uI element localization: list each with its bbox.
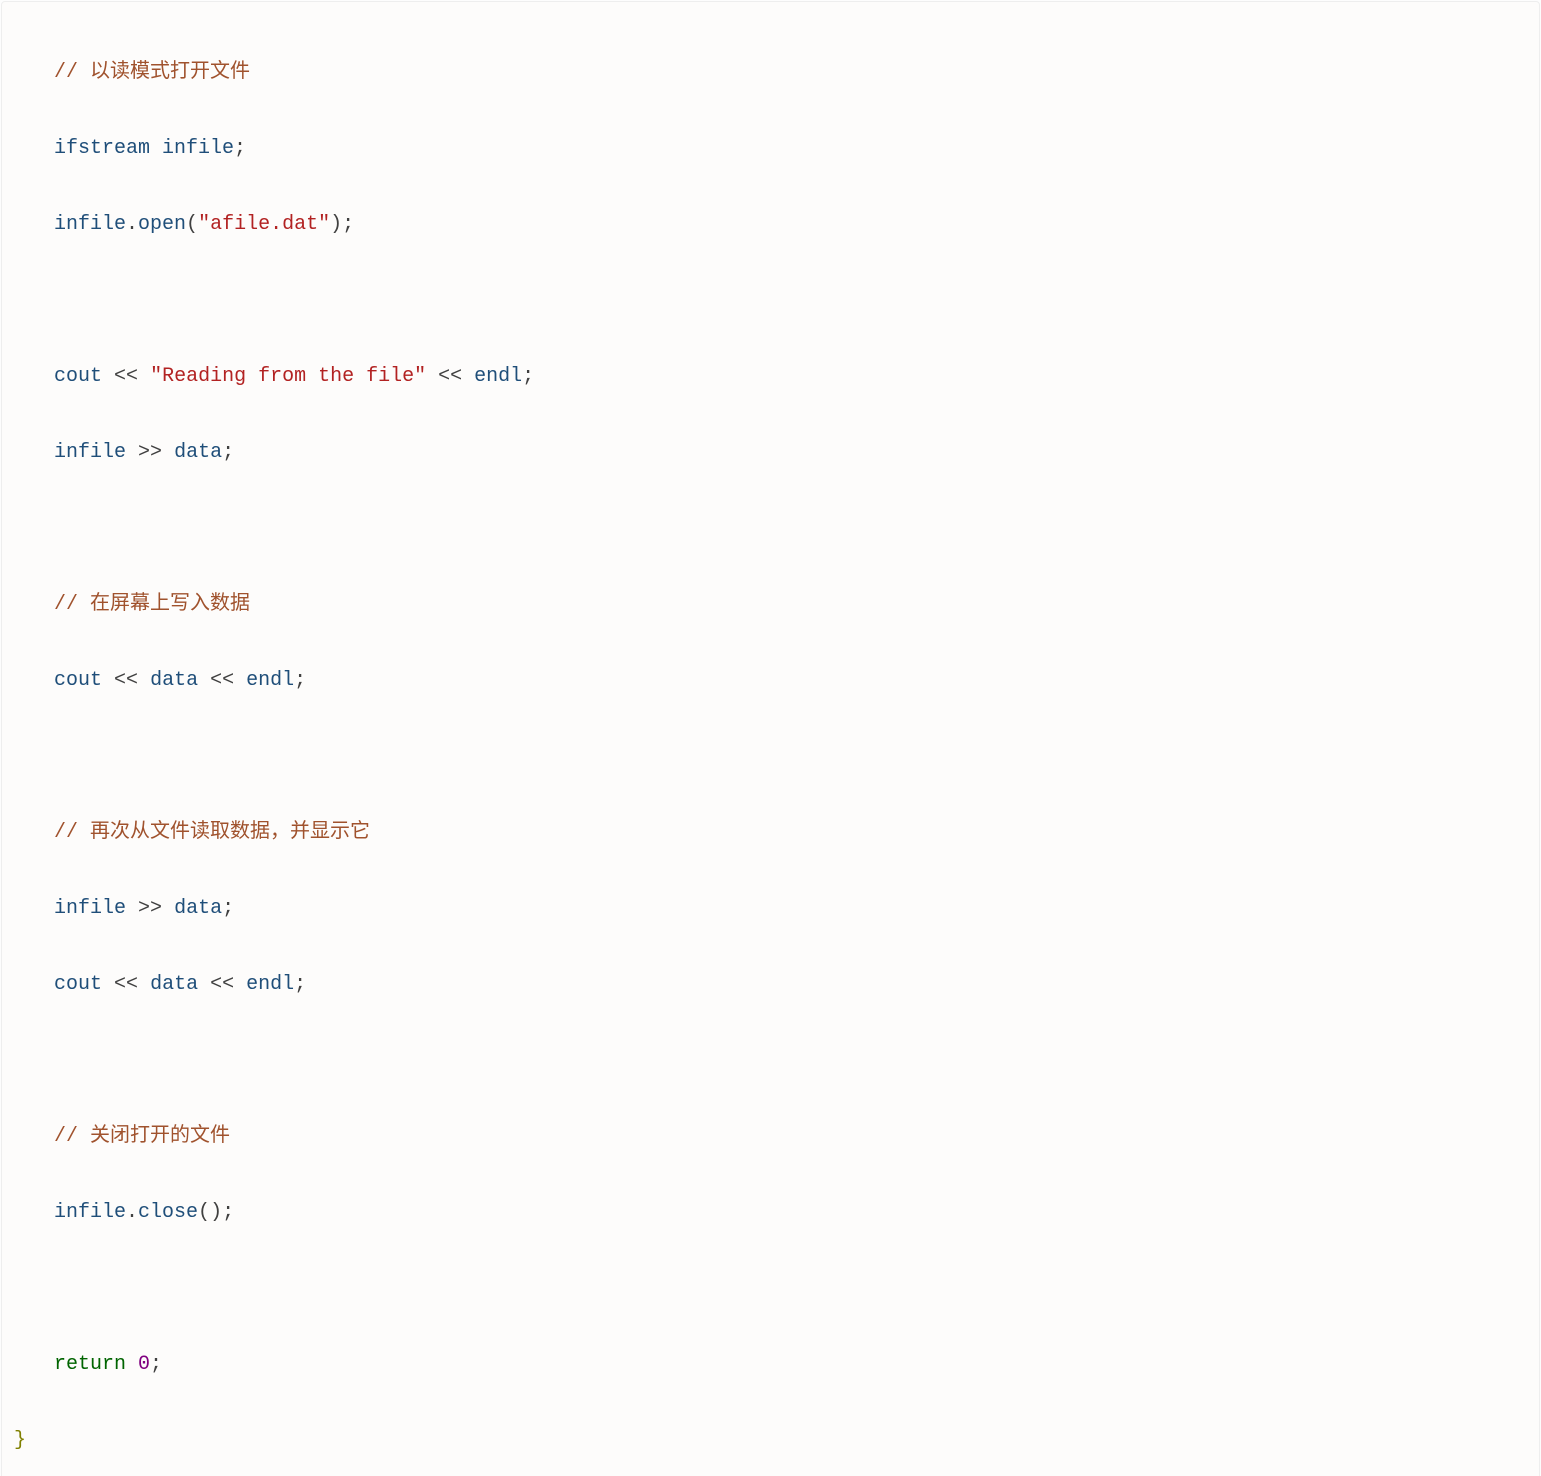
op-lshift: <<	[210, 973, 234, 996]
punct-semi: ;	[150, 1353, 162, 1376]
identifier: endl	[474, 365, 522, 388]
code-line: infile >> data;	[14, 434, 1527, 472]
code-line: infile >> data;	[14, 890, 1527, 928]
op-rshift: >>	[138, 441, 162, 464]
blank-line	[14, 510, 1527, 548]
identifier: data	[150, 669, 198, 692]
punct-semi: ;	[222, 1201, 234, 1224]
identifier: infile	[54, 441, 126, 464]
op-lshift: <<	[210, 669, 234, 692]
comment: // 再次从文件读取数据，并显示它	[54, 821, 370, 844]
identifier: cout	[54, 365, 102, 388]
comment: // 以读模式打开文件	[54, 61, 250, 84]
blank-line	[14, 282, 1527, 320]
punct-semi: ;	[522, 365, 534, 388]
code-line: cout << data << endl;	[14, 966, 1527, 1004]
punct-semi: ;	[294, 669, 306, 692]
op-rshift: >>	[138, 897, 162, 920]
punct-rparen: )	[330, 213, 342, 236]
identifier: infile	[54, 213, 126, 236]
identifier: infile	[162, 137, 234, 160]
punct-dot: .	[126, 213, 138, 236]
identifier: data	[174, 897, 222, 920]
identifier: endl	[246, 973, 294, 996]
punct-semi: ;	[342, 213, 354, 236]
identifier: infile	[54, 1201, 126, 1224]
comment: // 在屏幕上写入数据	[54, 593, 250, 616]
code-line: // 再次从文件读取数据，并显示它	[14, 814, 1527, 852]
identifier: cout	[54, 669, 102, 692]
code-line: }	[14, 1422, 1527, 1460]
identifier: infile	[54, 897, 126, 920]
blank-line	[14, 1042, 1527, 1080]
method: close	[138, 1201, 198, 1224]
code-line: infile.open("afile.dat");	[14, 206, 1527, 244]
code-line: ifstream infile;	[14, 130, 1527, 168]
keyword-return: return	[54, 1353, 126, 1376]
brace-close: }	[14, 1429, 26, 1452]
string-literal: "Reading from the file"	[150, 365, 426, 388]
identifier: endl	[246, 669, 294, 692]
code-line: // 关闭打开的文件	[14, 1118, 1527, 1156]
comment: // 关闭打开的文件	[54, 1125, 230, 1148]
identifier: data	[150, 973, 198, 996]
type-ifstream: ifstream	[54, 137, 150, 160]
code-line: cout << data << endl;	[14, 662, 1527, 700]
op-lshift: <<	[114, 365, 138, 388]
number-literal: 0	[138, 1353, 150, 1376]
punct-semi: ;	[222, 441, 234, 464]
blank-line	[14, 738, 1527, 776]
punct-rparen: )	[210, 1201, 222, 1224]
code-line: cout << "Reading from the file" << endl;	[14, 358, 1527, 396]
punct-lparen: (	[198, 1201, 210, 1224]
blank-line	[14, 1270, 1527, 1308]
identifier: cout	[54, 973, 102, 996]
code-line: // 以读模式打开文件	[14, 54, 1527, 92]
string-literal: "afile.dat"	[198, 213, 330, 236]
punct-semi: ;	[222, 897, 234, 920]
punct-semi: ;	[234, 137, 246, 160]
op-lshift: <<	[114, 973, 138, 996]
identifier: data	[174, 441, 222, 464]
op-lshift: <<	[438, 365, 462, 388]
code-line: // 在屏幕上写入数据	[14, 586, 1527, 624]
punct-dot: .	[126, 1201, 138, 1224]
code-block: // 以读模式打开文件 ifstream infile; infile.open…	[1, 1, 1540, 1476]
code-line: infile.close();	[14, 1194, 1527, 1232]
punct-lparen: (	[186, 213, 198, 236]
punct-semi: ;	[294, 973, 306, 996]
code-line: return 0;	[14, 1346, 1527, 1384]
op-lshift: <<	[114, 669, 138, 692]
method: open	[138, 213, 186, 236]
